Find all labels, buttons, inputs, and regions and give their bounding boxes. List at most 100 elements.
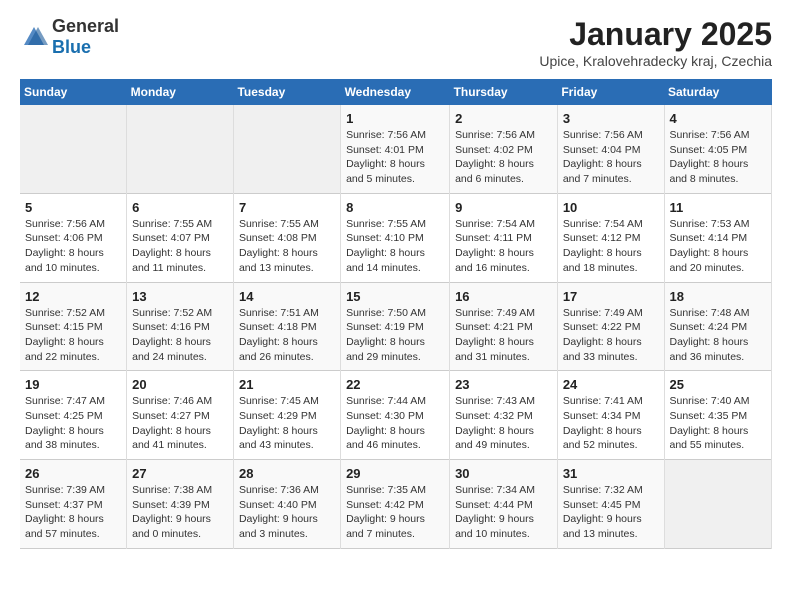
day-info: Sunrise: 7:51 AM Sunset: 4:18 PM Dayligh…: [239, 306, 335, 365]
day-number: 19: [25, 377, 121, 392]
day-info: Sunrise: 7:38 AM Sunset: 4:39 PM Dayligh…: [132, 483, 228, 542]
calendar-cell: 10 Sunrise: 7:54 AM Sunset: 4:12 PM Dayli…: [557, 193, 664, 282]
logo: General Blue: [20, 16, 119, 58]
calendar-cell: 21 Sunrise: 7:45 AM Sunset: 4:29 PM Dayli…: [233, 371, 340, 460]
calendar-cell: 27 Sunrise: 7:38 AM Sunset: 4:39 PM Dayli…: [127, 460, 234, 549]
day-info: Sunrise: 7:49 AM Sunset: 4:21 PM Dayligh…: [455, 306, 552, 365]
calendar-cell: 4 Sunrise: 7:56 AM Sunset: 4:05 PM Daylig…: [664, 105, 772, 193]
day-info: Sunrise: 7:56 AM Sunset: 4:06 PM Dayligh…: [25, 217, 121, 276]
calendar-cell: 1Sunrise: 7:56 AM Sunset: 4:01 PM Daylig…: [341, 105, 450, 193]
weekday-header: Friday: [557, 79, 664, 105]
calendar-cell: 6 Sunrise: 7:55 AM Sunset: 4:07 PM Daylig…: [127, 193, 234, 282]
day-info: Sunrise: 7:40 AM Sunset: 4:35 PM Dayligh…: [670, 394, 767, 453]
calendar-cell: 30 Sunrise: 7:34 AM Sunset: 4:44 PM Dayli…: [450, 460, 558, 549]
calendar-cell: 12Sunrise: 7:52 AM Sunset: 4:15 PM Dayli…: [20, 282, 127, 371]
day-info: Sunrise: 7:34 AM Sunset: 4:44 PM Dayligh…: [455, 483, 552, 542]
weekday-header: Saturday: [664, 79, 772, 105]
day-number: 6: [132, 200, 228, 215]
day-number: 5: [25, 200, 121, 215]
day-number: 7: [239, 200, 335, 215]
day-number: 3: [563, 111, 659, 126]
calendar-cell: 17 Sunrise: 7:49 AM Sunset: 4:22 PM Dayli…: [557, 282, 664, 371]
day-number: 4: [670, 111, 767, 126]
day-number: 9: [455, 200, 552, 215]
calendar-cell: 28 Sunrise: 7:36 AM Sunset: 4:40 PM Dayli…: [233, 460, 340, 549]
day-number: 30: [455, 466, 552, 481]
day-info: Sunrise: 7:56 AM Sunset: 4:05 PM Dayligh…: [670, 128, 767, 187]
day-number: 27: [132, 466, 228, 481]
day-info: Sunrise: 7:46 AM Sunset: 4:27 PM Dayligh…: [132, 394, 228, 453]
day-info: Sunrise: 7:55 AM Sunset: 4:07 PM Dayligh…: [132, 217, 228, 276]
day-info: Sunrise: 7:56 AM Sunset: 4:01 PM Dayligh…: [346, 128, 444, 187]
calendar-cell: 29 Sunrise: 7:35 AM Sunset: 4:42 PM Dayli…: [341, 460, 450, 549]
calendar-cell: 15 Sunrise: 7:50 AM Sunset: 4:19 PM Dayli…: [341, 282, 450, 371]
day-number: 24: [563, 377, 659, 392]
calendar-week-row: 5 Sunrise: 7:56 AM Sunset: 4:06 PM Daylig…: [20, 193, 772, 282]
calendar-header-row: SundayMondayTuesdayWednesdayThursdayFrid…: [20, 79, 772, 105]
title-section: January 2025 Upice, Kralovehradecky kraj…: [539, 16, 772, 69]
day-number: 18: [670, 289, 767, 304]
day-info: Sunrise: 7:43 AM Sunset: 4:32 PM Dayligh…: [455, 394, 552, 453]
day-number: 21: [239, 377, 335, 392]
day-info: Sunrise: 7:56 AM Sunset: 4:02 PM Dayligh…: [455, 128, 552, 187]
day-info: Sunrise: 7:52 AM Sunset: 4:15 PM Dayligh…: [25, 306, 121, 365]
day-info: Sunrise: 7:45 AM Sunset: 4:29 PM Dayligh…: [239, 394, 335, 453]
day-number: 25: [670, 377, 767, 392]
weekday-header: Tuesday: [233, 79, 340, 105]
logo-general: General: [52, 16, 119, 36]
day-info: Sunrise: 7:49 AM Sunset: 4:22 PM Dayligh…: [563, 306, 659, 365]
day-number: 17: [563, 289, 659, 304]
calendar-cell: 7Sunrise: 7:55 AM Sunset: 4:08 PM Daylig…: [233, 193, 340, 282]
calendar-week-row: 12Sunrise: 7:52 AM Sunset: 4:15 PM Dayli…: [20, 282, 772, 371]
calendar-cell: 23 Sunrise: 7:43 AM Sunset: 4:32 PM Dayli…: [450, 371, 558, 460]
calendar-cell: 16 Sunrise: 7:49 AM Sunset: 4:21 PM Dayli…: [450, 282, 558, 371]
calendar-cell: 18Sunrise: 7:48 AM Sunset: 4:24 PM Dayli…: [664, 282, 772, 371]
weekday-header: Monday: [127, 79, 234, 105]
day-number: 26: [25, 466, 121, 481]
day-info: Sunrise: 7:36 AM Sunset: 4:40 PM Dayligh…: [239, 483, 335, 542]
main-title: January 2025: [539, 16, 772, 53]
day-info: Sunrise: 7:44 AM Sunset: 4:30 PM Dayligh…: [346, 394, 444, 453]
calendar-cell: 31Sunrise: 7:32 AM Sunset: 4:45 PM Dayli…: [557, 460, 664, 549]
day-number: 15: [346, 289, 444, 304]
day-number: 31: [563, 466, 659, 481]
day-number: 22: [346, 377, 444, 392]
day-info: Sunrise: 7:39 AM Sunset: 4:37 PM Dayligh…: [25, 483, 121, 542]
day-info: Sunrise: 7:35 AM Sunset: 4:42 PM Dayligh…: [346, 483, 444, 542]
day-info: Sunrise: 7:52 AM Sunset: 4:16 PM Dayligh…: [132, 306, 228, 365]
day-number: 23: [455, 377, 552, 392]
calendar-cell: [233, 105, 340, 193]
day-number: 14: [239, 289, 335, 304]
calendar-cell: 3Sunrise: 7:56 AM Sunset: 4:04 PM Daylig…: [557, 105, 664, 193]
calendar-cell: [664, 460, 772, 549]
calendar-cell: 5 Sunrise: 7:56 AM Sunset: 4:06 PM Daylig…: [20, 193, 127, 282]
calendar-week-row: 1Sunrise: 7:56 AM Sunset: 4:01 PM Daylig…: [20, 105, 772, 193]
day-number: 29: [346, 466, 444, 481]
day-number: 28: [239, 466, 335, 481]
weekday-header: Wednesday: [341, 79, 450, 105]
logo-blue: Blue: [52, 37, 91, 57]
day-info: Sunrise: 7:41 AM Sunset: 4:34 PM Dayligh…: [563, 394, 659, 453]
logo-text: General Blue: [52, 16, 119, 58]
calendar-cell: 25 Sunrise: 7:40 AM Sunset: 4:35 PM Dayli…: [664, 371, 772, 460]
day-number: 16: [455, 289, 552, 304]
weekday-header: Thursday: [450, 79, 558, 105]
day-number: 11: [670, 200, 767, 215]
day-info: Sunrise: 7:50 AM Sunset: 4:19 PM Dayligh…: [346, 306, 444, 365]
calendar-table: SundayMondayTuesdayWednesdayThursdayFrid…: [20, 79, 772, 549]
day-info: Sunrise: 7:55 AM Sunset: 4:10 PM Dayligh…: [346, 217, 444, 276]
calendar-cell: 9 Sunrise: 7:54 AM Sunset: 4:11 PM Daylig…: [450, 193, 558, 282]
day-number: 8: [346, 200, 444, 215]
day-info: Sunrise: 7:54 AM Sunset: 4:11 PM Dayligh…: [455, 217, 552, 276]
calendar-week-row: 19Sunrise: 7:47 AM Sunset: 4:25 PM Dayli…: [20, 371, 772, 460]
day-number: 13: [132, 289, 228, 304]
day-info: Sunrise: 7:54 AM Sunset: 4:12 PM Dayligh…: [563, 217, 659, 276]
calendar-cell: 26 Sunrise: 7:39 AM Sunset: 4:37 PM Dayli…: [20, 460, 127, 549]
calendar-cell: 20Sunrise: 7:46 AM Sunset: 4:27 PM Dayli…: [127, 371, 234, 460]
day-number: 10: [563, 200, 659, 215]
calendar-cell: 8 Sunrise: 7:55 AM Sunset: 4:10 PM Daylig…: [341, 193, 450, 282]
calendar-cell: [127, 105, 234, 193]
calendar-cell: 14 Sunrise: 7:51 AM Sunset: 4:18 PM Dayli…: [233, 282, 340, 371]
logo-icon: [20, 23, 48, 51]
calendar-week-row: 26 Sunrise: 7:39 AM Sunset: 4:37 PM Dayli…: [20, 460, 772, 549]
